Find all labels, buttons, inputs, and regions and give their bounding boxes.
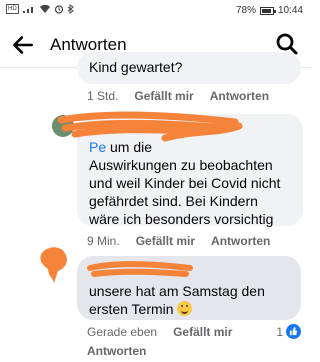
comment-actions-wrap: Antworten: [87, 344, 146, 358]
comment-bubble: Pe um die Auswirkungen zu beobachten und…: [77, 114, 303, 227]
comment-actions: 1 Std. Gefällt mir Antworten: [87, 89, 269, 103]
thumbs-up-icon: [286, 324, 301, 339]
comment-bubble: unsere hat am Samstag den ersten Termin: [77, 256, 301, 320]
comment-time: 9 Min.: [87, 234, 120, 248]
like-button[interactable]: Gefällt mir: [134, 89, 193, 103]
arrow-left-icon[interactable]: [10, 32, 36, 58]
comment-text: Pe um die: [89, 139, 153, 155]
bluetooth-icon: [67, 4, 74, 14]
reaction-count: 1: [276, 324, 283, 339]
reply-button[interactable]: Antworten: [210, 89, 269, 103]
comment-actions: Gerade eben Gefällt mir: [87, 325, 232, 339]
comment-text: unsere hat am Samstag den ersten Termin: [89, 283, 265, 317]
like-button[interactable]: Gefällt mir: [136, 234, 195, 248]
signal-icon: [22, 7, 33, 13]
reply-button[interactable]: Antworten: [87, 344, 146, 358]
battery-percent: 78%: [235, 5, 256, 16]
avatar-redacted[interactable]: [38, 245, 68, 285]
battery-icon: [259, 6, 276, 15]
comment-actions: 9 Min. Gefällt mir Antworten: [87, 234, 270, 248]
comment-time: 1 Std.: [87, 89, 119, 103]
comment-text-body: Auswirkungen zu beobachten und weil Kind…: [89, 157, 281, 227]
smiling-face-icon: [177, 301, 193, 316]
comment-text: Kind gewartet?: [89, 59, 183, 75]
reaction-summary[interactable]: 1: [276, 324, 301, 339]
comment-bubble: Kind gewartet?: [77, 52, 301, 84]
network-tag: HD: [6, 4, 19, 14]
comment-time: Gerade eben: [87, 325, 158, 339]
alarm-icon: [54, 5, 63, 14]
author-name-redacted[interactable]: [89, 266, 289, 282]
status-bar: HD 78% 10:44: [0, 0, 311, 22]
like-button[interactable]: Gefällt mir: [173, 325, 232, 339]
reply-button[interactable]: Antworten: [211, 234, 270, 248]
mention-link[interactable]: Pe: [89, 139, 106, 155]
wifi-icon: [39, 4, 50, 14]
avatar[interactable]: [52, 115, 74, 137]
author-name-redacted[interactable]: [89, 122, 291, 138]
status-time: 10:44: [277, 5, 303, 16]
